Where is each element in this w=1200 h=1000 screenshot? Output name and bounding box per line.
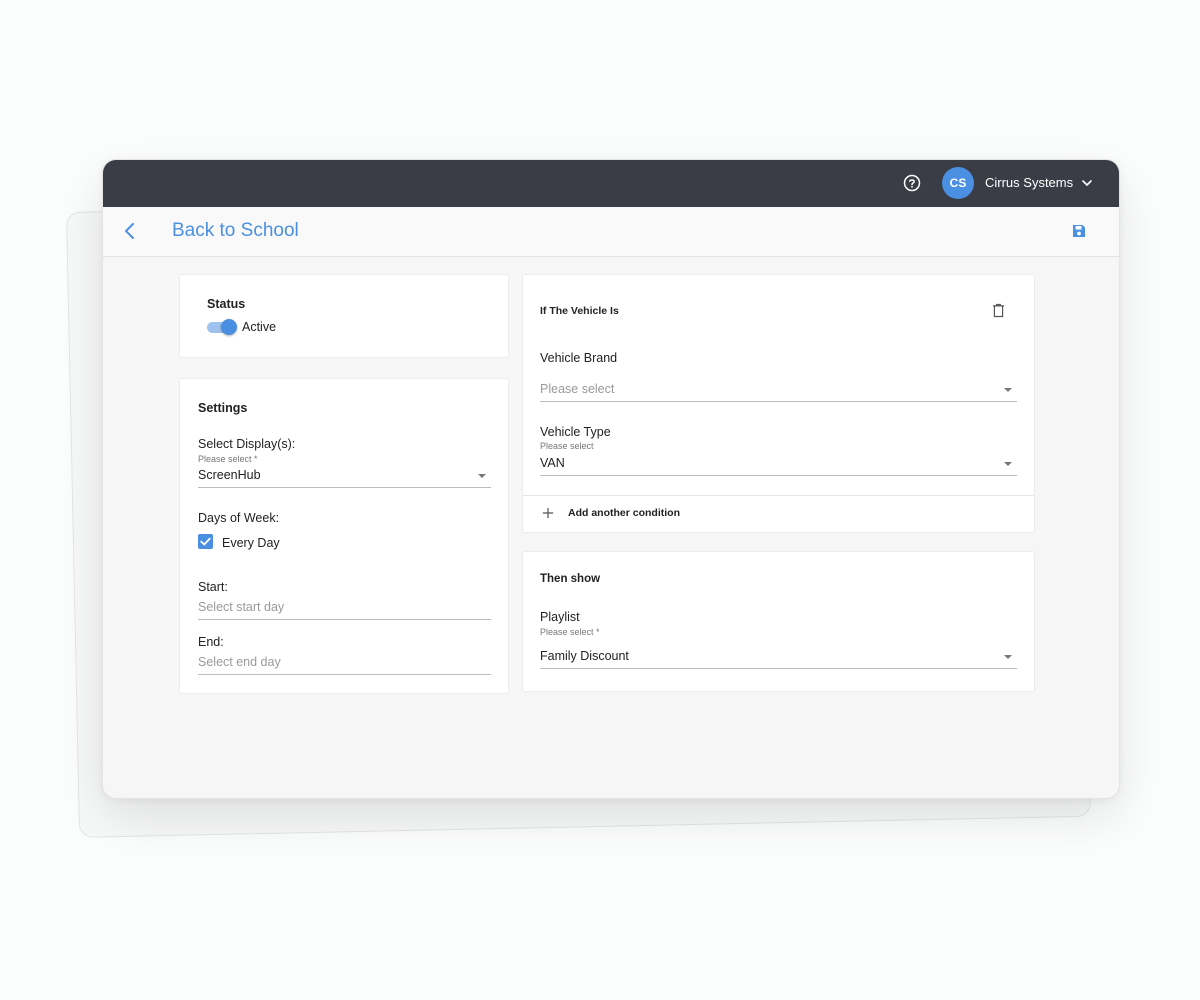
status-card: Status Active <box>179 274 509 358</box>
top-bar: CS Cirrus Systems <box>103 160 1119 207</box>
every-day-label: Every Day <box>222 536 280 550</box>
then-show-card: Then show Playlist Please select * Famil… <box>522 551 1035 692</box>
display-value: ScreenHub <box>198 468 261 482</box>
status-title: Status <box>207 297 246 311</box>
every-day-checkbox[interactable] <box>198 534 213 549</box>
settings-title: Settings <box>198 401 248 415</box>
dropdown-arrow-icon <box>1004 655 1012 659</box>
type-value: VAN <box>540 456 565 470</box>
display-select[interactable]: ScreenHub <box>198 466 491 488</box>
then-show-title: Then show <box>540 573 601 585</box>
dropdown-arrow-icon <box>1004 462 1012 466</box>
avatar[interactable]: CS <box>942 167 974 199</box>
help-circle-icon[interactable] <box>903 174 921 192</box>
start-placeholder: Select start day <box>198 600 285 614</box>
start-label: Start: <box>198 580 228 594</box>
playlist-value: Family Discount <box>540 649 629 663</box>
end-label: End: <box>198 635 224 649</box>
playlist-hint: Please select * <box>540 627 600 637</box>
chevron-left-icon[interactable] <box>123 222 137 240</box>
type-hint: Please select <box>540 441 594 451</box>
add-condition-button[interactable]: Add another condition <box>540 503 740 525</box>
days-label: Days of Week: <box>198 511 280 525</box>
start-day-input[interactable]: Select start day <box>198 598 491 620</box>
condition-title: If The Vehicle Is <box>540 305 619 317</box>
type-label: Vehicle Type <box>540 425 611 439</box>
page-header: Back to School <box>103 207 1119 257</box>
end-placeholder: Select end day <box>198 655 281 669</box>
display-label: Select Display(s): <box>198 437 296 451</box>
account-name[interactable]: Cirrus Systems <box>985 175 1073 190</box>
playlist-select[interactable]: Family Discount <box>540 647 1017 669</box>
add-condition-label: Add another condition <box>568 507 680 519</box>
save-icon[interactable] <box>1071 223 1087 239</box>
page-title: Back to School <box>172 220 299 241</box>
display-hint: Please select * <box>198 454 258 464</box>
vehicle-type-select[interactable]: VAN <box>540 454 1017 476</box>
card-divider <box>523 495 1034 496</box>
dropdown-arrow-icon <box>1004 388 1012 392</box>
end-day-input[interactable]: Select end day <box>198 653 491 675</box>
app-window: CS Cirrus Systems Back to School Status … <box>102 159 1120 799</box>
trash-icon[interactable] <box>992 303 1005 318</box>
brand-label: Vehicle Brand <box>540 351 618 365</box>
settings-card: Settings Select Display(s): Please selec… <box>179 378 509 694</box>
check-icon <box>200 537 211 546</box>
plus-icon <box>542 507 554 519</box>
vehicle-brand-select[interactable]: Please select <box>540 380 1017 402</box>
playlist-label: Playlist <box>540 610 580 624</box>
dropdown-arrow-icon <box>478 474 486 478</box>
status-toggle-knob[interactable] <box>221 319 237 335</box>
chevron-down-icon[interactable] <box>1081 177 1093 189</box>
condition-card: If The Vehicle Is Vehicle Brand Please s… <box>522 274 1035 533</box>
status-toggle-label: Active <box>242 320 277 334</box>
brand-placeholder: Please select <box>540 382 615 396</box>
